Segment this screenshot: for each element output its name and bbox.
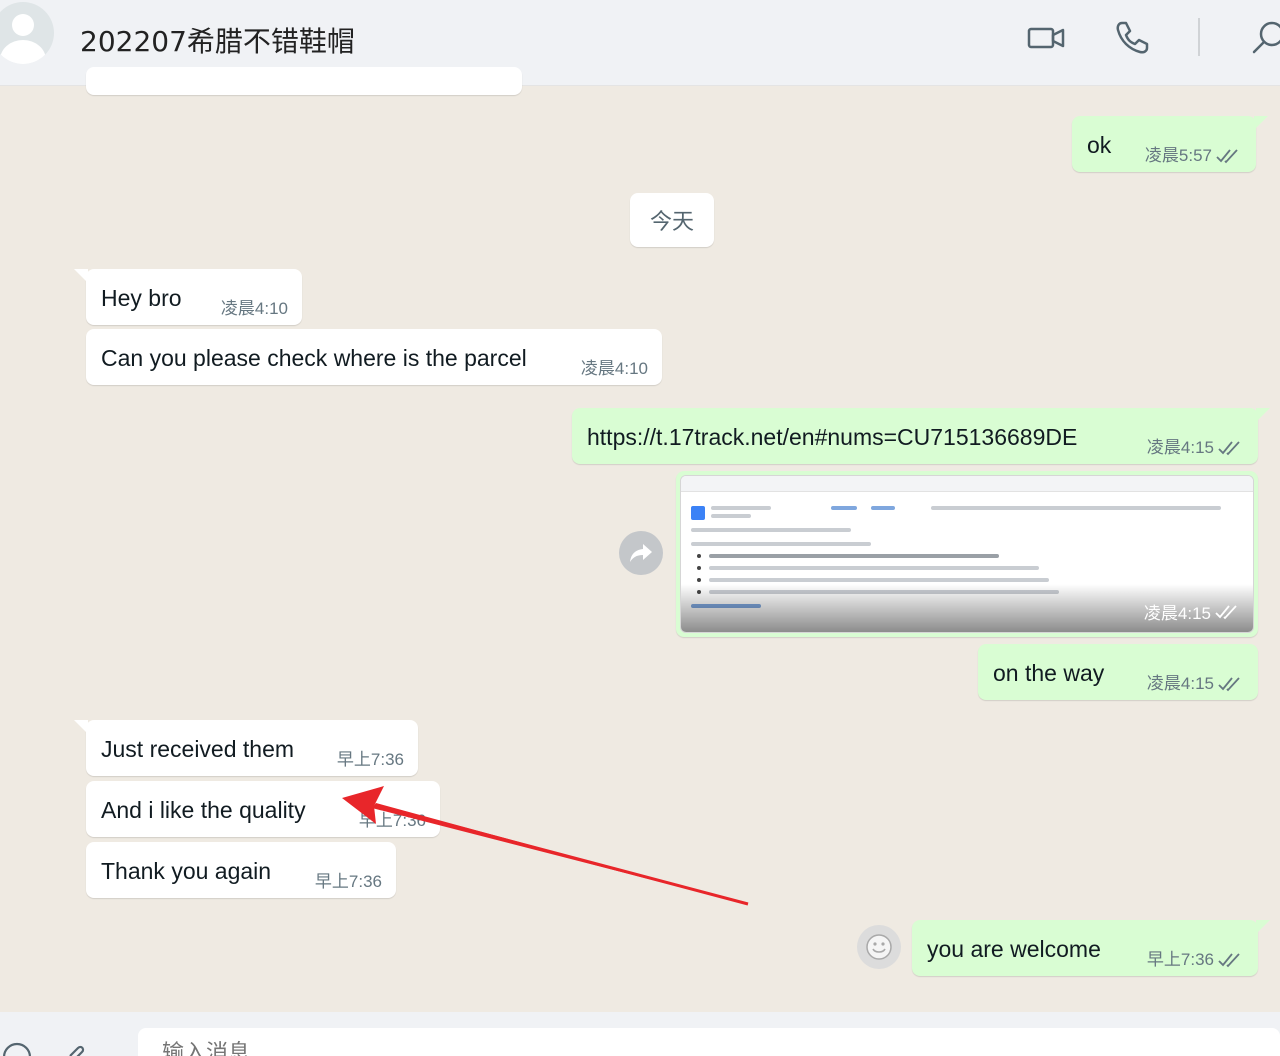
message-text: Thank you again bbox=[101, 858, 272, 884]
smiley-icon bbox=[866, 934, 892, 960]
video-call-icon[interactable] bbox=[1026, 18, 1066, 58]
message-text: Can you please check where is the parcel bbox=[101, 345, 527, 371]
forward-icon bbox=[630, 544, 652, 562]
search-icon[interactable] bbox=[1248, 18, 1280, 58]
read-ticks-icon bbox=[1216, 148, 1238, 163]
tracking-link[interactable]: https://t.17track.net/en#nums=CU71513668… bbox=[587, 426, 1077, 449]
message-meta: 凌晨4:15 bbox=[1144, 599, 1241, 624]
emoji-icon[interactable] bbox=[2, 1042, 32, 1056]
read-ticks-icon bbox=[1218, 676, 1240, 691]
message-time: 早上7:36 bbox=[314, 872, 382, 891]
message-time: 早上7:36 bbox=[1146, 950, 1214, 969]
forward-button[interactable] bbox=[619, 531, 663, 575]
message-meta: 凌晨4:15 bbox=[1147, 439, 1244, 456]
message-bubble-outgoing[interactable]: ok 凌晨5:57 bbox=[1072, 116, 1268, 172]
message-meta: 早上7:36 bbox=[359, 812, 426, 829]
emoji-reaction-button[interactable] bbox=[857, 925, 901, 969]
message-meta: 早上7:36 bbox=[337, 751, 404, 768]
message-text: on the way bbox=[993, 660, 1105, 686]
message-time: 凌晨4:15 bbox=[1146, 438, 1214, 457]
chat-title[interactable]: 202207希腊不错鞋帽 bbox=[80, 20, 355, 60]
previous-message-bubble bbox=[86, 67, 522, 95]
image-message[interactable]: 凌晨4:15 bbox=[676, 471, 1258, 637]
read-ticks-icon bbox=[1215, 604, 1237, 619]
message-time: 早上7:36 bbox=[358, 811, 426, 830]
contact-avatar[interactable] bbox=[0, 2, 54, 64]
message-bubble-outgoing[interactable]: on the way 凌晨4:15 bbox=[978, 644, 1258, 700]
message-time: 凌晨4:15 bbox=[1146, 674, 1214, 693]
message-bubble-incoming[interactable]: Can you please check where is the parcel… bbox=[86, 329, 662, 385]
message-text: Just received them bbox=[101, 736, 295, 762]
message-time: 凌晨4:10 bbox=[580, 359, 648, 378]
message-meta: 凌晨4:10 bbox=[221, 300, 288, 317]
tracking-screenshot-image[interactable]: 凌晨4:15 bbox=[680, 475, 1254, 633]
message-time: 早上7:36 bbox=[336, 750, 404, 769]
message-meta: 早上7:36 bbox=[315, 873, 382, 890]
attach-icon[interactable] bbox=[62, 1042, 92, 1056]
message-meta: 凌晨5:57 bbox=[1145, 147, 1242, 164]
message-meta: 早上7:36 bbox=[1147, 951, 1244, 968]
read-ticks-icon bbox=[1218, 440, 1240, 455]
message-text: ok bbox=[1087, 132, 1112, 158]
message-input[interactable] bbox=[138, 1028, 1280, 1056]
message-bubble-outgoing[interactable]: you are welcome 早上7:36 bbox=[912, 920, 1270, 976]
message-bubble-incoming[interactable]: And i like the quality 早上7:36 bbox=[86, 781, 440, 837]
message-text: you are welcome bbox=[927, 936, 1101, 962]
message-time: 凌晨5:57 bbox=[1144, 146, 1212, 165]
message-bubble-incoming[interactable]: Hey bro 凌晨4:10 bbox=[74, 269, 302, 325]
composer-bar bbox=[0, 1012, 1280, 1056]
voice-call-icon[interactable] bbox=[1112, 18, 1152, 58]
date-divider: 今天 bbox=[630, 193, 714, 247]
message-bubble-incoming[interactable]: Just received them 早上7:36 bbox=[74, 720, 418, 776]
message-bubble-incoming[interactable]: Thank you again 早上7:36 bbox=[86, 842, 396, 898]
message-meta: 凌晨4:15 bbox=[1147, 675, 1244, 692]
message-meta: 凌晨4:10 bbox=[581, 360, 648, 377]
message-list[interactable]: ok 凌晨5:57 今天 Hey bro 凌晨4:10 Can you plea… bbox=[0, 67, 1280, 1012]
header-divider bbox=[1198, 18, 1200, 56]
read-ticks-icon bbox=[1218, 952, 1240, 967]
message-text: And i like the quality bbox=[101, 797, 306, 823]
message-time: 凌晨4:10 bbox=[220, 299, 288, 318]
message-time: 凌晨4:15 bbox=[1143, 604, 1211, 623]
message-bubble-outgoing[interactable]: https://t.17track.net/en#nums=CU71513668… bbox=[572, 408, 1270, 464]
message-text: Hey bro bbox=[101, 285, 182, 311]
